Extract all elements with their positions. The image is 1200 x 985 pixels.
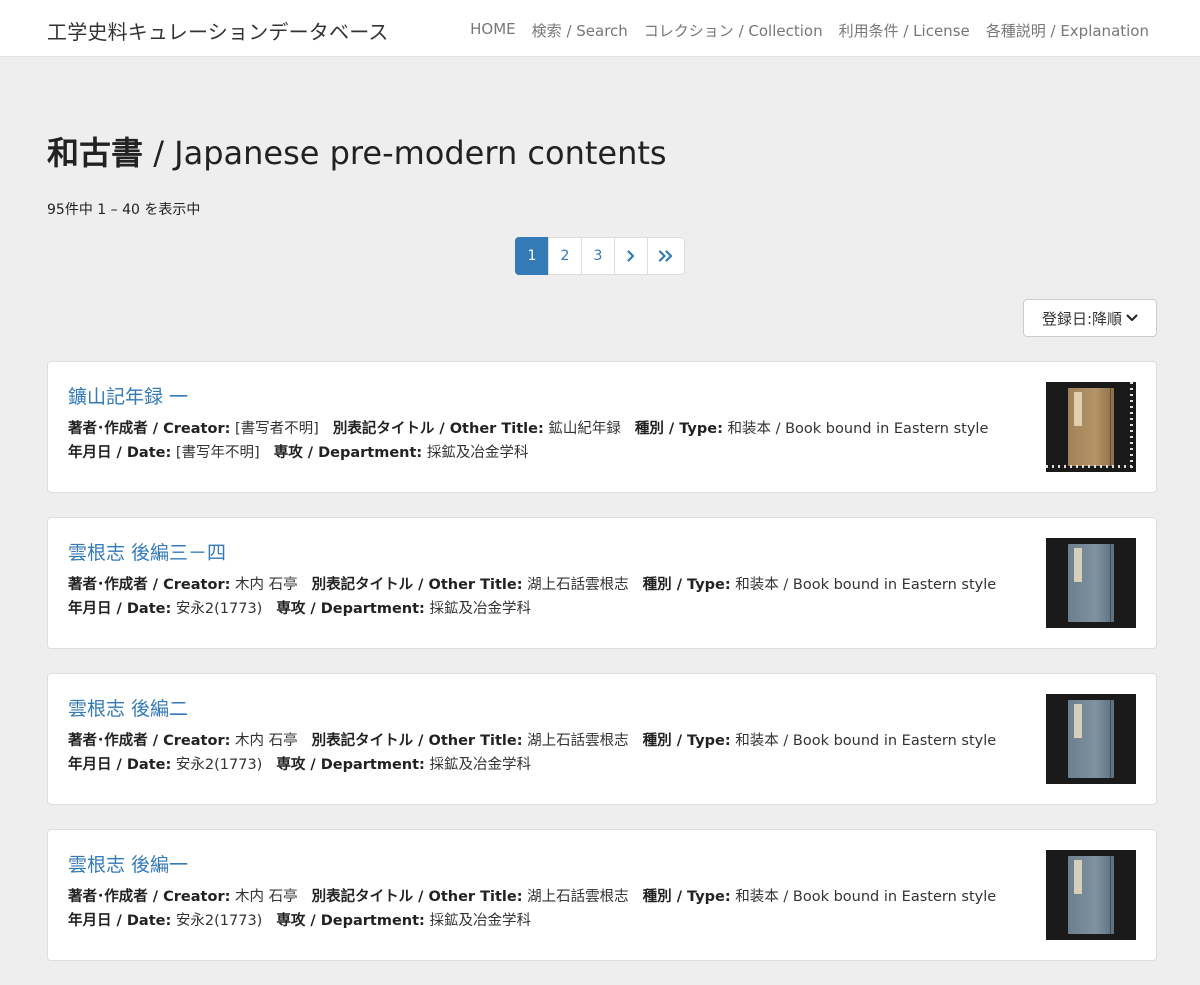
other-title-label: 別表記タイトル / Other Title: (311, 889, 523, 905)
nav-item-license[interactable]: 利用条件 / License (839, 20, 970, 41)
other-title-value: 湖上石話雲根志 (527, 733, 629, 749)
page-button-1[interactable]: 1 (515, 237, 549, 275)
department-value: 採鉱及冶金学科 (429, 913, 531, 929)
chevron-right-icon (627, 250, 635, 262)
chevron-down-icon (1126, 314, 1138, 321)
department-value: 採鉱及冶金学科 (426, 445, 529, 461)
item-thumbnail[interactable] (1046, 382, 1136, 472)
type-value: 和装本 / Book bound in Eastern style (735, 733, 997, 749)
item-thumbnail[interactable] (1046, 694, 1136, 784)
nav-item-home[interactable]: HOME (470, 20, 516, 41)
creator-value: 木内 石亭 (235, 889, 298, 905)
pagination: 1 2 3 (515, 237, 685, 275)
department-value: 採鉱及冶金学科 (429, 757, 531, 773)
date-label: 年月日 / Date: (68, 757, 172, 773)
item-meta-line-1: 著者･作成者 / Creator: 木内 石亭 別表記タイトル / Other T… (68, 729, 996, 750)
item-thumbnail[interactable] (1046, 538, 1136, 628)
other-title-value: 鉱山紀年録 (548, 421, 621, 437)
page-button-2[interactable]: 2 (548, 237, 582, 275)
book-cover-image (1068, 700, 1114, 778)
other-title-label: 別表記タイトル / Other Title: (311, 577, 523, 593)
page-title: 和古書 / Japanese pre-modern contents (47, 133, 667, 173)
date-label: 年月日 / Date: (68, 913, 172, 929)
department-label: 専攻 / Department: (273, 445, 423, 461)
book-cover-image (1068, 856, 1114, 934)
creator-label: 著者･作成者 / Creator: (68, 421, 231, 437)
list-item: 雲根志 後編二 著者･作成者 / Creator: 木内 石亭 別表記タイトル /… (47, 673, 1157, 805)
site-title[interactable]: 工学史料キュレーションデータベース (47, 16, 389, 45)
item-meta-line-1: 著者･作成者 / Creator: 木内 石亭 別表記タイトル / Other T… (68, 885, 996, 906)
item-list: 鑛山記年録 一 著者･作成者 / Creator: [書写者不明] 別表記タイトル… (47, 361, 1157, 985)
creator-value: [書写者不明] (235, 421, 319, 437)
creator-label: 著者･作成者 / Creator: (68, 889, 231, 905)
creator-label: 著者･作成者 / Creator: (68, 577, 231, 593)
other-title-value: 湖上石話雲根志 (527, 577, 629, 593)
list-item: 雲根志 後編三－四 著者･作成者 / Creator: 木内 石亭 別表記タイトル… (47, 517, 1157, 649)
type-label: 種別 / Type: (642, 889, 731, 905)
item-title-link[interactable]: 雲根志 後編一 (68, 850, 188, 877)
creator-label: 著者･作成者 / Creator: (68, 733, 231, 749)
date-label: 年月日 / Date: (68, 445, 172, 461)
navbar: 工学史料キュレーションデータベース HOME 検索 / Search コレクショ… (0, 0, 1200, 57)
item-title-link[interactable]: 鑛山記年録 一 (68, 382, 188, 409)
result-count: 95件中 1 – 40 を表示中 (47, 202, 201, 218)
type-value: 和装本 / Book bound in Eastern style (735, 889, 997, 905)
type-value: 和装本 / Book bound in Eastern style (727, 421, 989, 437)
page-button-3[interactable]: 3 (581, 237, 615, 275)
list-item: 雲根志 後編一 著者･作成者 / Creator: 木内 石亭 別表記タイトル /… (47, 829, 1157, 961)
list-item: 鑛山記年録 一 著者･作成者 / Creator: [書写者不明] 別表記タイトル… (47, 361, 1157, 493)
page-title-jp: 和古書 (47, 134, 144, 172)
date-label: 年月日 / Date: (68, 601, 172, 617)
date-value: 安永2(1773) (175, 601, 263, 617)
date-value: [書写年不明] (175, 445, 260, 461)
nav-item-collection[interactable]: コレクション / Collection (644, 20, 823, 41)
nav-item-search[interactable]: 検索 / Search (532, 20, 628, 41)
type-label: 種別 / Type: (642, 733, 731, 749)
item-meta-line-2: 年月日 / Date: 安永2(1773) 専攻 / Department: 採鉱… (68, 909, 531, 930)
nav-links: HOME 検索 / Search コレクション / Collection 利用条… (470, 20, 1149, 41)
department-label: 専攻 / Department: (276, 601, 425, 617)
date-value: 安永2(1773) (175, 757, 263, 773)
item-thumbnail[interactable] (1046, 850, 1136, 940)
double-chevron-right-icon (658, 250, 673, 262)
creator-value: 木内 石亭 (235, 577, 298, 593)
department-label: 専攻 / Department: (276, 913, 425, 929)
item-title-link[interactable]: 雲根志 後編三－四 (68, 538, 226, 565)
type-label: 種別 / Type: (642, 577, 731, 593)
date-value: 安永2(1773) (175, 913, 263, 929)
other-title-label: 別表記タイトル / Other Title: (332, 421, 544, 437)
type-label: 種別 / Type: (634, 421, 723, 437)
department-value: 採鉱及冶金学科 (429, 601, 531, 617)
item-meta-line-2: 年月日 / Date: 安永2(1773) 専攻 / Department: 採鉱… (68, 753, 531, 774)
sort-selected-value: 登録日:降順 (1041, 309, 1123, 328)
book-cover-image (1068, 544, 1114, 622)
item-meta-line-2: 年月日 / Date: 安永2(1773) 専攻 / Department: 採鉱… (68, 597, 531, 618)
next-page-button[interactable] (614, 237, 648, 275)
book-cover-image (1068, 388, 1114, 466)
sort-dropdown[interactable]: 登録日:降順 (1023, 299, 1157, 337)
page-title-en: / Japanese pre-modern contents (143, 134, 667, 172)
item-meta-line-1: 著者･作成者 / Creator: 木内 石亭 別表記タイトル / Other T… (68, 573, 996, 594)
creator-value: 木内 石亭 (235, 733, 298, 749)
nav-item-explanation[interactable]: 各種説明 / Explanation (986, 20, 1149, 41)
item-title-link[interactable]: 雲根志 後編二 (68, 694, 188, 721)
other-title-value: 湖上石話雲根志 (527, 889, 629, 905)
last-page-button[interactable] (647, 237, 685, 275)
department-label: 専攻 / Department: (276, 757, 425, 773)
other-title-label: 別表記タイトル / Other Title: (311, 733, 523, 749)
item-meta-line-1: 著者･作成者 / Creator: [書写者不明] 別表記タイトル / Other… (68, 417, 988, 438)
item-meta-line-2: 年月日 / Date: [書写年不明] 専攻 / Department: 採鉱及冶… (68, 441, 528, 462)
type-value: 和装本 / Book bound in Eastern style (735, 577, 997, 593)
